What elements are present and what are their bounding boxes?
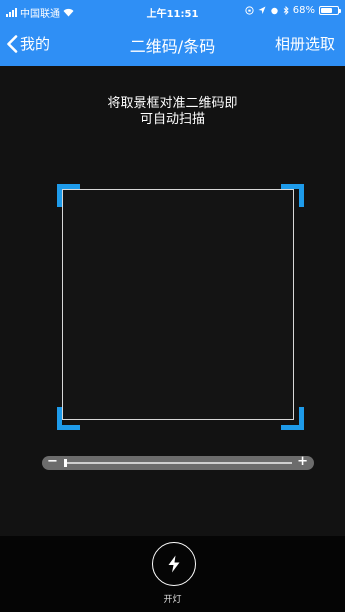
scan-hint-line1: 将取景框对准二维码即 — [107, 96, 238, 111]
flashlight-button[interactable] — [152, 542, 196, 586]
alarm-icon — [271, 7, 278, 15]
scan-hint-line2: 可自动扫描 — [139, 112, 205, 127]
location-icon — [258, 6, 266, 14]
flashlight-label: 开灯 — [163, 595, 182, 605]
album-select-button[interactable]: 相册选取 — [275, 33, 335, 54]
flashlight-bolt-icon — [168, 555, 180, 573]
nav-bar: 我的 二维码/条码 相册选取 — [0, 22, 345, 66]
zoom-thumb[interactable] — [64, 459, 67, 467]
zoom-track[interactable] — [64, 462, 292, 464]
battery-percent: 68% — [292, 5, 315, 16]
scan-corner-bottom-right — [281, 407, 304, 430]
orientation-lock-icon — [245, 6, 254, 15]
scan-corner-bottom-left — [57, 407, 80, 430]
bluetooth-icon — [283, 6, 289, 15]
zoom-out-button[interactable]: − — [47, 454, 58, 469]
zoom-in-button[interactable]: + — [297, 454, 308, 469]
status-right: 68% — [245, 5, 341, 16]
battery-fill — [321, 8, 332, 13]
scan-frame — [62, 189, 294, 420]
battery-icon — [319, 6, 341, 15]
scan-corner-top-left — [57, 184, 80, 207]
scan-hint: 将取景框对准二维码即 可自动扫描 — [0, 96, 345, 128]
scan-corner-top-right — [281, 184, 304, 207]
zoom-slider[interactable]: − + — [42, 454, 314, 470]
status-bar: 中国联通 上午11:51 68% — [0, 0, 345, 22]
